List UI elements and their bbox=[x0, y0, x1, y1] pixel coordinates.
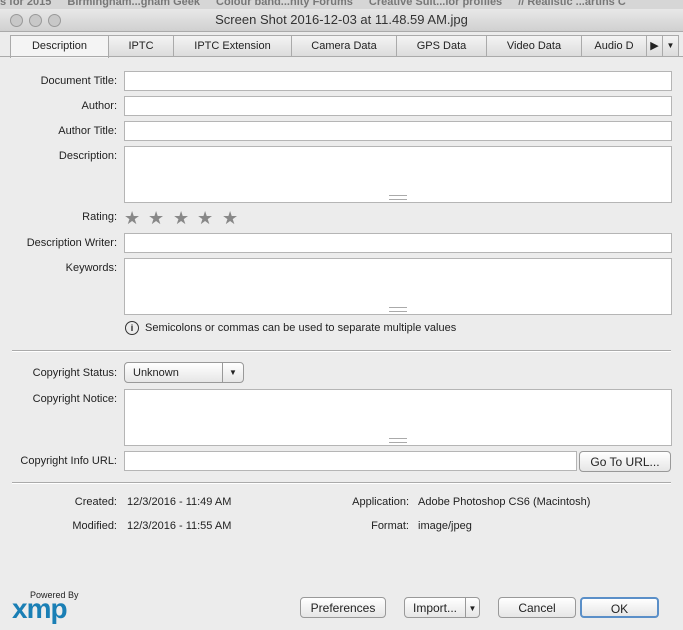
bookmark[interactable]: s for 2015 bbox=[0, 0, 51, 8]
title-bar: Screen Shot 2016-12-03 at 11.48.59 AM.jp… bbox=[0, 9, 683, 32]
bookmark[interactable]: Birmingham...gham Geek bbox=[67, 0, 200, 8]
bookmark[interactable]: Creative Suit...lor profiles bbox=[369, 0, 502, 8]
label-author: Author: bbox=[81, 100, 117, 112]
divider bbox=[12, 482, 671, 484]
label-document-title: Document Title: bbox=[40, 75, 117, 87]
go-to-url-button[interactable]: Go To URL... bbox=[579, 451, 671, 472]
tab-audio-data[interactable]: Audio D bbox=[581, 35, 647, 57]
label-description: Description: bbox=[58, 150, 117, 162]
xmp-logo: xmp bbox=[12, 593, 68, 624]
author-title-input[interactable] bbox=[124, 121, 672, 141]
label-keywords: Keywords: bbox=[65, 262, 117, 274]
ok-button[interactable]: OK bbox=[580, 597, 659, 618]
resize-grip[interactable] bbox=[389, 195, 407, 200]
label-copyright-notice: Copyright Notice: bbox=[32, 393, 117, 405]
bookmark[interactable]: Colour band...nity Forums bbox=[216, 0, 353, 8]
chevron-down-icon: ▼ bbox=[222, 363, 243, 382]
minimize-button[interactable] bbox=[29, 14, 42, 27]
document-title-input[interactable] bbox=[124, 71, 672, 91]
copyright-status-select[interactable]: Unknown ▼ bbox=[124, 362, 244, 383]
application-value: Adobe Photoshop CS6 (Macintosh) bbox=[418, 496, 591, 508]
format-value: image/jpeg bbox=[418, 520, 472, 532]
label-description-writer: Description Writer: bbox=[26, 237, 117, 249]
bookmark[interactable]: // Realistic ...artins C bbox=[518, 0, 626, 8]
star-icon[interactable]: ★ bbox=[124, 208, 140, 229]
label-copyright-url: Copyright Info URL: bbox=[20, 455, 117, 467]
info-icon: i bbox=[125, 321, 139, 335]
window-title: Screen Shot 2016-12-03 at 11.48.59 AM.jp… bbox=[215, 12, 468, 27]
modified-label: Modified: bbox=[72, 520, 117, 532]
keywords-textarea[interactable] bbox=[124, 258, 672, 315]
label-copyright-status: Copyright Status: bbox=[32, 367, 117, 379]
format-label: Format: bbox=[371, 520, 409, 532]
created-value: 12/3/2016 - 11:49 AM bbox=[127, 496, 232, 508]
resize-grip[interactable] bbox=[389, 307, 407, 312]
tab-scroll-right-icon[interactable]: ▶ bbox=[646, 35, 663, 57]
star-icon[interactable]: ★ bbox=[173, 208, 189, 229]
tab-description[interactable]: Description bbox=[10, 35, 109, 58]
description-writer-input[interactable] bbox=[124, 233, 672, 253]
tab-iptc-extension[interactable]: IPTC Extension bbox=[173, 35, 292, 57]
preferences-button[interactable]: Preferences bbox=[300, 597, 386, 618]
import-button[interactable]: Import... bbox=[404, 597, 466, 618]
info-text: Semicolons or commas can be used to sepa… bbox=[145, 322, 457, 334]
star-icon[interactable]: ★ bbox=[148, 208, 164, 229]
star-icon[interactable]: ★ bbox=[222, 208, 238, 229]
bookmarks-bar: s for 2015 Birmingham...gham Geek Colour b… bbox=[0, 0, 683, 9]
modified-value: 12/3/2016 - 11:55 AM bbox=[127, 520, 232, 532]
resize-grip[interactable] bbox=[389, 438, 407, 443]
tab-divider bbox=[0, 56, 683, 57]
copyright-status-value: Unknown bbox=[133, 367, 179, 379]
zoom-button[interactable] bbox=[48, 14, 61, 27]
tab-gps-data[interactable]: GPS Data bbox=[396, 35, 487, 57]
tab-camera-data[interactable]: Camera Data bbox=[291, 35, 397, 57]
author-input[interactable] bbox=[124, 96, 672, 116]
tab-video-data[interactable]: Video Data bbox=[486, 35, 582, 57]
copyright-url-input[interactable] bbox=[124, 451, 577, 471]
tab-menu-chevron-down-icon[interactable]: ▼ bbox=[662, 35, 679, 57]
label-rating: Rating: bbox=[82, 211, 117, 223]
close-button[interactable] bbox=[10, 14, 23, 27]
import-menu-chevron-down-icon[interactable]: ▼ bbox=[465, 597, 480, 618]
label-author-title: Author Title: bbox=[58, 125, 117, 137]
star-icon[interactable]: ★ bbox=[197, 208, 213, 229]
application-label: Application: bbox=[352, 496, 409, 508]
divider bbox=[12, 350, 671, 352]
description-textarea[interactable] bbox=[124, 146, 672, 203]
created-label: Created: bbox=[74, 496, 117, 508]
copyright-notice-textarea[interactable] bbox=[124, 389, 672, 446]
cancel-button[interactable]: Cancel bbox=[498, 597, 576, 618]
tab-iptc[interactable]: IPTC bbox=[108, 35, 174, 57]
